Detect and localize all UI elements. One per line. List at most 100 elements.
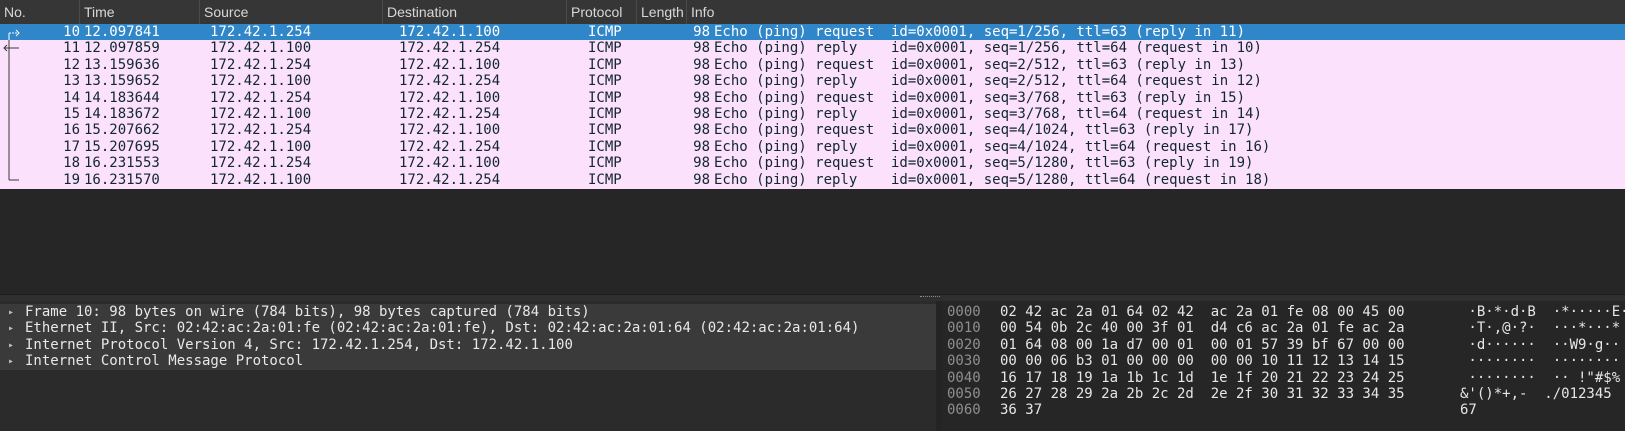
packet-row[interactable]: 19 16.231570 172.42.1.100 172.42.1.254 ICMP 9… xyxy=(0,171,1625,189)
packet-cell-info: Echo (ping) request id=0x0001, seq=2/512… xyxy=(714,56,1246,73)
packet-cell-len: 98 xyxy=(693,40,710,57)
packet-details-pane[interactable]: ▸ Frame 10: 98 bytes on wire (784 bits), … xyxy=(0,301,936,431)
detail-tree-label: Internet Control Message Protocol xyxy=(25,353,304,370)
packet-row[interactable]: 17 15.207695 172.42.1.100 172.42.1.254 ICMP 9… xyxy=(0,138,1625,156)
detail-tree-item[interactable]: ▸ Internet Protocol Version 4, Src: 172.4… xyxy=(0,336,936,354)
expand-arrow-icon[interactable]: ▸ xyxy=(8,353,14,370)
packet-cell-dst: 172.42.1.254 xyxy=(399,106,501,122)
packet-cell-info: Echo (ping) reply id=0x0001, seq=5/1280,… xyxy=(714,171,1271,188)
column-header-no[interactable]: No. xyxy=(0,0,80,24)
packet-cell-src: 172.42.1.254 xyxy=(210,155,312,172)
column-header-time[interactable]: Time xyxy=(80,0,200,24)
ascii-bytes: ········ ·· !"#$% xyxy=(1460,369,1621,386)
packet-cell-src: 172.42.1.254 xyxy=(210,24,312,40)
packet-cell-dst: 172.42.1.100 xyxy=(399,89,501,106)
packet-cell-time: 16.231570 xyxy=(84,171,160,188)
packet-cell-dst: 172.42.1.100 xyxy=(399,155,501,172)
packet-cell-src: 172.42.1.100 xyxy=(210,73,312,90)
hex-dump-row[interactable]: 0010 00 54 0b 2c 40 00 3f 01 d4 c6 ac 2a … xyxy=(942,320,1625,337)
detail-tree-item[interactable]: ▸ Ethernet II, Src: 02:42:ac:2a:01:fe (02… xyxy=(0,320,936,338)
hex-bytes: 00 00 06 b3 01 00 00 00 00 00 10 11 12 1… xyxy=(1000,353,1405,370)
column-header-source[interactable]: Source xyxy=(200,0,383,24)
packet-cell-time: 13.159652 xyxy=(84,73,160,90)
related-packet-icon xyxy=(8,29,20,41)
packet-row[interactable]: 16 15.207662 172.42.1.254 172.42.1.100 ICMP 9… xyxy=(0,122,1625,140)
hex-bytes: 16 17 18 19 1a 1b 1c 1d 1e 1f 20 21 22 2… xyxy=(1000,369,1405,386)
packet-cell-info: Echo (ping) reply id=0x0001, seq=3/768, … xyxy=(714,106,1262,122)
packet-cell-info: Echo (ping) reply id=0x0001, seq=4/1024,… xyxy=(714,138,1271,155)
packet-cell-dst: 172.42.1.254 xyxy=(399,138,501,155)
packet-cell-len: 98 xyxy=(693,24,710,40)
packet-cell-src: 172.42.1.100 xyxy=(210,171,312,188)
packet-cell-len: 98 xyxy=(693,73,710,90)
ascii-bytes: ·T·,@·?· ···*···* xyxy=(1460,320,1621,337)
related-packet-icon xyxy=(3,40,19,58)
packet-cell-len: 98 xyxy=(693,155,710,172)
hex-dump-row[interactable]: 0030 00 00 06 b3 01 00 00 00 00 00 10 11 … xyxy=(942,353,1625,370)
expand-arrow-icon[interactable]: ▸ xyxy=(8,337,14,354)
packet-cell-proto: ICMP xyxy=(588,171,622,188)
packet-cell-time: 15.207695 xyxy=(84,138,160,155)
packet-cell-info: Echo (ping) request id=0x0001, seq=4/102… xyxy=(714,122,1254,139)
packet-row[interactable]: 14 14.183644 172.42.1.254 172.42.1.100 ICMP 9… xyxy=(0,89,1625,107)
related-packet-icon xyxy=(8,171,19,181)
expand-arrow-icon[interactable]: ▸ xyxy=(8,304,14,321)
column-header-length[interactable]: Length xyxy=(637,0,687,24)
packet-cell-time: 15.207662 xyxy=(84,122,160,139)
packet-cell-proto: ICMP xyxy=(588,89,622,106)
detail-tree-label: Internet Protocol Version 4, Src: 172.42… xyxy=(25,336,573,353)
column-header-info[interactable]: Info xyxy=(687,0,1625,24)
packet-row[interactable]: 10 12.097841 172.42.1.254 172.42.1.100 ICMP 9… xyxy=(0,24,1625,41)
packet-cell-proto: ICMP xyxy=(588,73,622,90)
column-header-protocol[interactable]: Protocol xyxy=(567,0,637,24)
hex-dump-row[interactable]: 0020 01 64 08 00 1a d7 00 01 00 01 57 39 … xyxy=(942,337,1625,354)
packet-cell-src: 172.42.1.100 xyxy=(210,106,312,122)
packet-cell-dst: 172.42.1.100 xyxy=(399,24,501,40)
packet-cell-time: 12.097841 xyxy=(84,24,160,40)
packet-cell-dst: 172.42.1.254 xyxy=(399,171,501,188)
hex-offset: 0030 xyxy=(947,353,981,370)
related-packet-icon xyxy=(8,73,10,91)
packet-row[interactable]: 13 13.159652 172.42.1.100 172.42.1.254 ICMP 9… xyxy=(0,73,1625,91)
hex-dump-row[interactable]: 0050 26 27 28 29 2a 2b 2c 2d 2e 2f 30 31 … xyxy=(942,386,1625,403)
hex-offset: 0010 xyxy=(947,320,981,337)
packet-row[interactable]: 18 16.231553 172.42.1.254 172.42.1.100 ICMP 9… xyxy=(0,155,1625,173)
packet-cell-dst: 172.42.1.100 xyxy=(399,56,501,73)
hex-bytes: 01 64 08 00 1a d7 00 01 00 01 57 39 bf 6… xyxy=(1000,336,1405,353)
packet-cell-src: 172.42.1.254 xyxy=(210,89,312,106)
detail-tree-item[interactable]: ▸ Frame 10: 98 bytes on wire (784 bits), … xyxy=(0,304,936,321)
hex-offset: 0000 xyxy=(947,304,981,320)
detail-tree-label: Frame 10: 98 bytes on wire (784 bits), 9… xyxy=(25,304,590,320)
hex-dump-row[interactable]: 0040 16 17 18 19 1a 1b 1c 1d 1e 1f 20 21 … xyxy=(942,370,1625,387)
packet-row[interactable]: 11 12.097859 172.42.1.100 172.42.1.254 ICMP 9… xyxy=(0,40,1625,58)
packet-cell-len: 98 xyxy=(693,122,710,139)
hex-dump-row[interactable]: 0000 02 42 ac 2a 01 64 02 42 ac 2a 01 fe … xyxy=(942,304,1625,321)
related-packet-icon xyxy=(8,89,10,107)
packet-cell-info: Echo (ping) request id=0x0001, seq=5/128… xyxy=(714,155,1254,172)
packet-cell-dst: 172.42.1.254 xyxy=(399,73,501,90)
packet-cell-proto: ICMP xyxy=(588,155,622,172)
packet-row[interactable]: 15 14.183672 172.42.1.100 172.42.1.254 ICMP 9… xyxy=(0,106,1625,123)
column-header-destination[interactable]: Destination xyxy=(383,0,567,24)
packet-row[interactable]: 12 13.159636 172.42.1.254 172.42.1.100 ICMP 9… xyxy=(0,56,1625,74)
ascii-bytes: 67 xyxy=(1460,402,1477,419)
packet-cell-proto: ICMP xyxy=(588,40,622,57)
hex-dump-row[interactable]: 0060 36 37 67 xyxy=(942,402,1625,419)
packet-list-header: No. Time Source Destination Protocol Len… xyxy=(0,0,1625,25)
related-packet-icon xyxy=(8,155,10,173)
packet-cell-len: 98 xyxy=(693,138,710,155)
expand-arrow-icon[interactable]: ▸ xyxy=(8,320,14,337)
packet-cell-len: 98 xyxy=(693,106,710,122)
hex-offset: 0020 xyxy=(947,336,981,353)
packet-cell-proto: ICMP xyxy=(588,56,622,73)
packet-cell-info: Echo (ping) reply id=0x0001, seq=1/256, … xyxy=(714,40,1262,57)
hex-bytes: 36 37 xyxy=(1000,402,1043,419)
packet-cell-src: 172.42.1.100 xyxy=(210,40,312,57)
packet-bytes-pane[interactable]: 0000 02 42 ac 2a 01 64 02 42 ac 2a 01 fe … xyxy=(942,301,1625,431)
detail-tree-label: Ethernet II, Src: 02:42:ac:2a:01:fe (02:… xyxy=(25,320,860,337)
ascii-bytes: ·d······ ··W9·g·· xyxy=(1460,336,1621,353)
detail-tree-item[interactable]: ▸ Internet Control Message Protocol xyxy=(0,353,936,371)
packet-list[interactable]: 10 12.097841 172.42.1.254 172.42.1.100 ICMP 9… xyxy=(0,24,1625,294)
related-packet-icon xyxy=(8,106,10,123)
hex-bytes: 02 42 ac 2a 01 64 02 42 ac 2a 01 fe 08 0… xyxy=(1000,304,1405,320)
